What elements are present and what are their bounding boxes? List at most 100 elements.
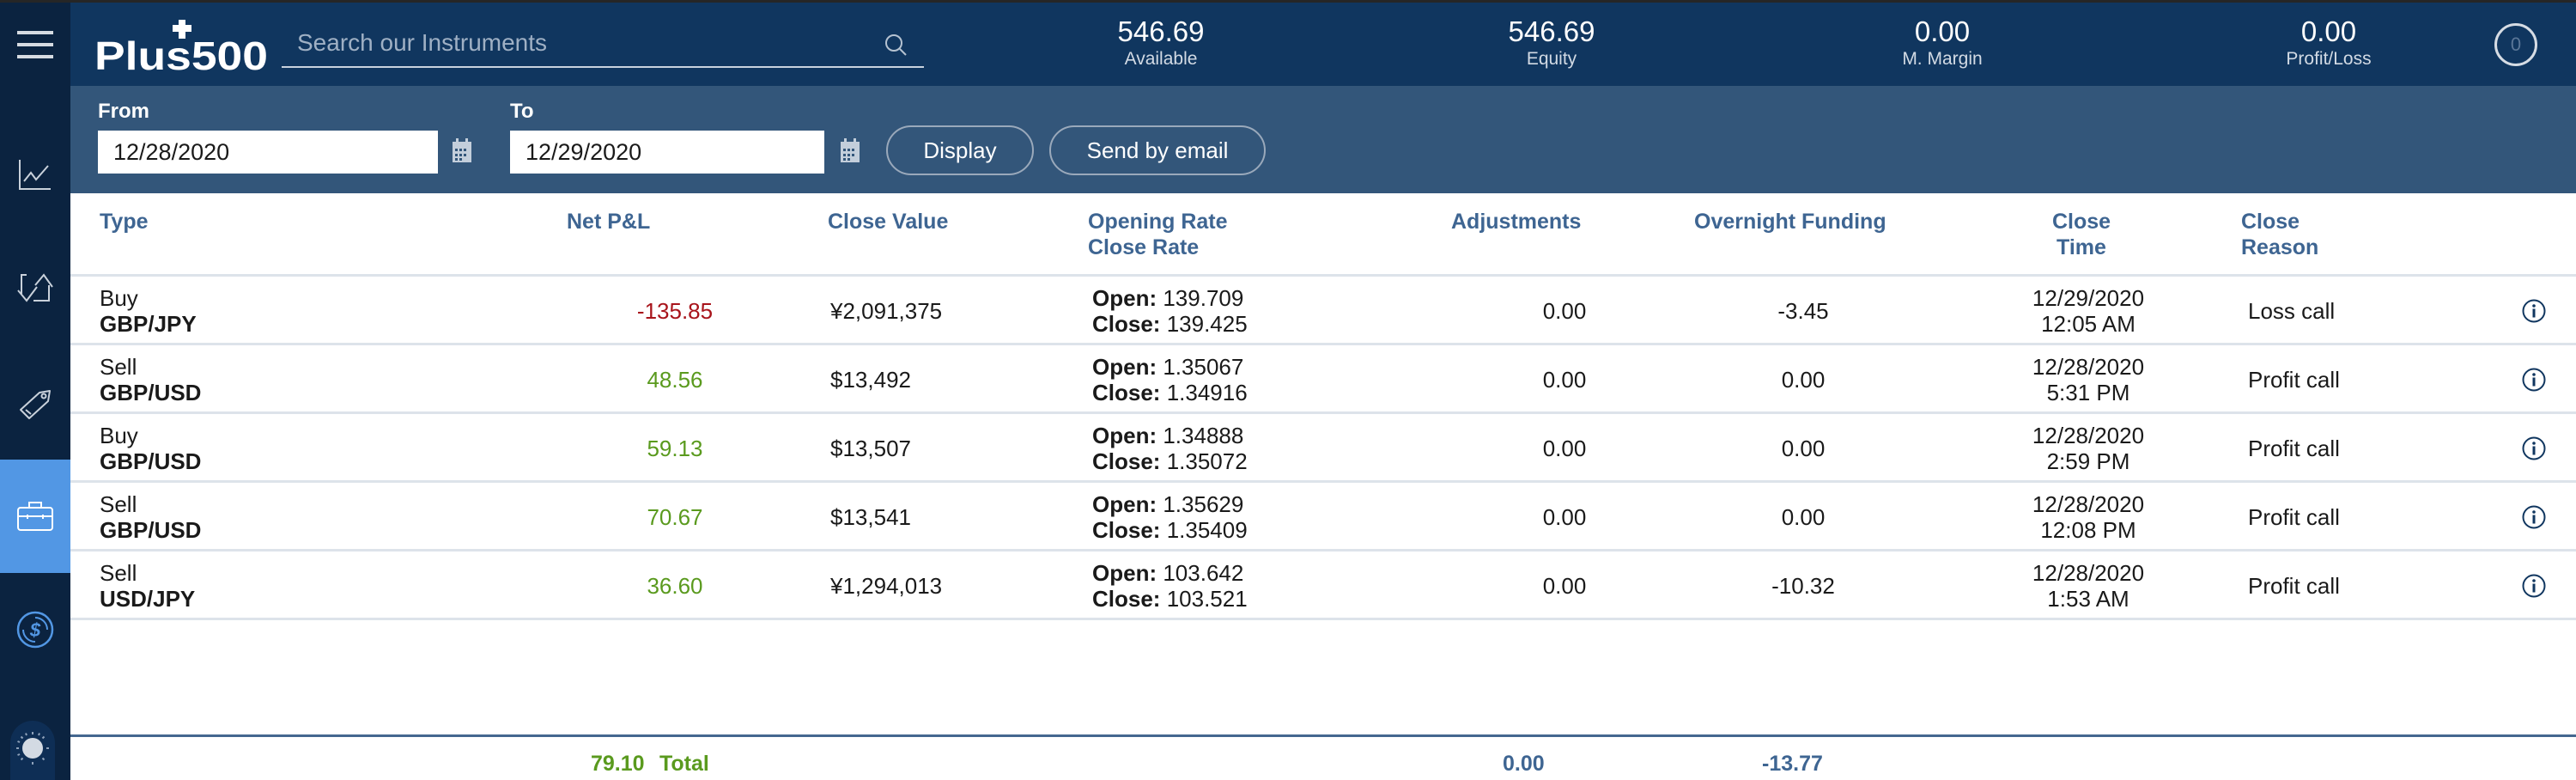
close-date: 12/29/2020 [2032,285,2145,311]
adjustments: 0.00 [1542,298,1587,324]
opening-rate: Open: 139.709 [1092,285,1248,311]
close-value: $13,492 [830,367,911,393]
briefcase-icon [17,502,53,531]
trade-instrument: GBP/USD [100,448,202,474]
closing-rate: Close: 1.35409 [1092,517,1248,543]
adjustments: 0.00 [1542,436,1587,461]
close-reason: Profit call [2248,504,2340,530]
stat-label: Available [1124,49,1198,69]
close-clock-time: 5:31 PM [2046,380,2130,405]
search-input[interactable] [282,21,874,64]
close-prefix: Close: [1092,448,1161,474]
sidebar: $ [0,3,70,780]
plus500-logo[interactable]: Plus500 [94,20,270,78]
close-prefix: Close: [1092,380,1161,405]
close-rate-value: 103.521 [1166,586,1248,612]
net-pl: -135.85 [636,298,714,324]
calendar-icon[interactable] [840,137,860,163]
net-pl: 70.67 [647,504,703,530]
table-row[interactable]: Sell GBP/USD 70.67 $13,541 Open: 1.35629… [70,483,2576,551]
close-date: 12/28/2020 [2032,560,2145,586]
stat-profit-loss: 0.00 Profit/Loss [2217,15,2440,70]
col-header-close-time[interactable]: Close Time [2052,209,2111,260]
close-prefix: Close: [1092,586,1161,612]
total-label: Total [659,752,709,776]
totals-divider [70,734,2576,737]
net-pl: 59.13 [647,436,703,461]
col-header-close-reason[interactable]: Close Reason [2241,209,2318,260]
col-header-rates[interactable]: Opening Rate Close Rate [1088,209,1228,260]
search-icon[interactable] [883,32,908,58]
table-row[interactable]: Buy GBP/JPY -135.85 ¥2,091,375 Open: 139… [70,277,2576,345]
sidebar-item-charts[interactable] [0,118,70,231]
overnight-funding: 0.00 [1781,367,1826,393]
adjustments: 0.00 [1542,573,1587,599]
to-date-input[interactable] [510,131,824,174]
svg-text:$: $ [29,619,41,641]
info-icon[interactable] [2521,573,2547,599]
info-icon[interactable] [2521,367,2547,393]
calendar-icon[interactable] [452,137,472,163]
send-by-email-button[interactable]: Send by email [1049,125,1266,175]
table-row[interactable]: Sell USD/JPY 36.60 ¥1,294,013 Open: 103.… [70,551,2576,620]
col-header-net-pl[interactable]: Net P&L [567,209,650,235]
sidebar-item-funds[interactable]: $ [0,573,70,686]
sidebar-item-orders[interactable] [0,346,70,460]
theme-toggle[interactable] [10,721,55,780]
trade-instrument: GBP/JPY [100,311,197,337]
col-header-overnight-funding[interactable]: Overnight Funding [1694,209,1886,235]
opening-rate: Open: 1.35629 [1092,491,1248,517]
stat-available: 546.69 Available [1049,15,1273,70]
stat-value: 546.69 [1508,15,1595,47]
overnight-funding: -10.32 [1771,573,1835,599]
rates: Open: 1.35067 Close: 1.34916 [1092,354,1248,405]
trade-side: Buy [100,423,138,448]
close-reason: Profit call [2248,573,2340,599]
total-net-pl: 79.10 [591,752,645,776]
stat-margin: 0.00 M. Margin [1831,15,2054,70]
close-value: ¥1,294,013 [830,573,943,599]
info-icon[interactable] [2521,298,2547,324]
info-icon[interactable] [2521,504,2547,530]
closing-rate: Close: 1.35072 [1092,448,1248,474]
col-header-close-reason-line2: Reason [2241,235,2319,259]
trade-type: Sell GBP/USD [100,354,201,405]
col-header-close-reason-line1: Close [2241,210,2300,234]
sidebar-item-closed-positions[interactable] [0,460,70,573]
close-rate-value: 1.35072 [1166,448,1248,474]
close-reason: Loss call [2248,298,2336,324]
menu-button[interactable] [0,3,70,86]
close-clock-time: 12:05 AM [2041,311,2136,337]
col-header-close-value[interactable]: Close Value [828,209,948,235]
open-prefix: Open: [1092,560,1157,586]
overnight-funding: 0.00 [1781,504,1826,530]
rates: Open: 103.642 Close: 103.521 [1092,560,1248,612]
open-prefix: Open: [1092,423,1157,448]
close-date: 12/28/2020 [2032,354,2145,380]
notifications-badge[interactable]: 0 [2494,23,2537,66]
open-prefix: Open: [1092,491,1157,517]
from-date-input[interactable] [98,131,438,174]
total-overnight-funding: -13.77 [1762,752,1823,776]
stat-value: 546.69 [1117,15,1205,47]
trade-type: Buy GBP/USD [100,423,201,474]
table-row[interactable]: Sell GBP/USD 48.56 $13,492 Open: 1.35067… [70,345,2576,414]
display-button[interactable]: Display [886,125,1034,175]
sidebar-item-trade[interactable] [0,232,70,345]
opening-rate-value: 1.34888 [1163,423,1244,448]
to-label: To [510,100,534,123]
opening-rate-value: 1.35067 [1163,354,1244,380]
close-reason: Profit call [2248,367,2340,393]
adjustments: 0.00 [1542,367,1587,393]
col-header-adjustments[interactable]: Adjustments [1451,209,1581,235]
col-header-close-time-line1: Close [2052,210,2111,234]
row-divider [70,618,2576,620]
table-row[interactable]: Buy GBP/USD 59.13 $13,507 Open: 1.34888 … [70,414,2576,483]
info-icon[interactable] [2521,436,2547,461]
trade-type: Sell USD/JPY [100,560,195,612]
close-value: $13,541 [830,504,911,530]
col-header-type[interactable]: Type [100,209,149,235]
date-filter-bar: From To Display Send by email [70,86,2576,193]
chart-line-icon [19,160,51,190]
close-time: 12/28/2020 12:08 PM [2002,491,2174,543]
